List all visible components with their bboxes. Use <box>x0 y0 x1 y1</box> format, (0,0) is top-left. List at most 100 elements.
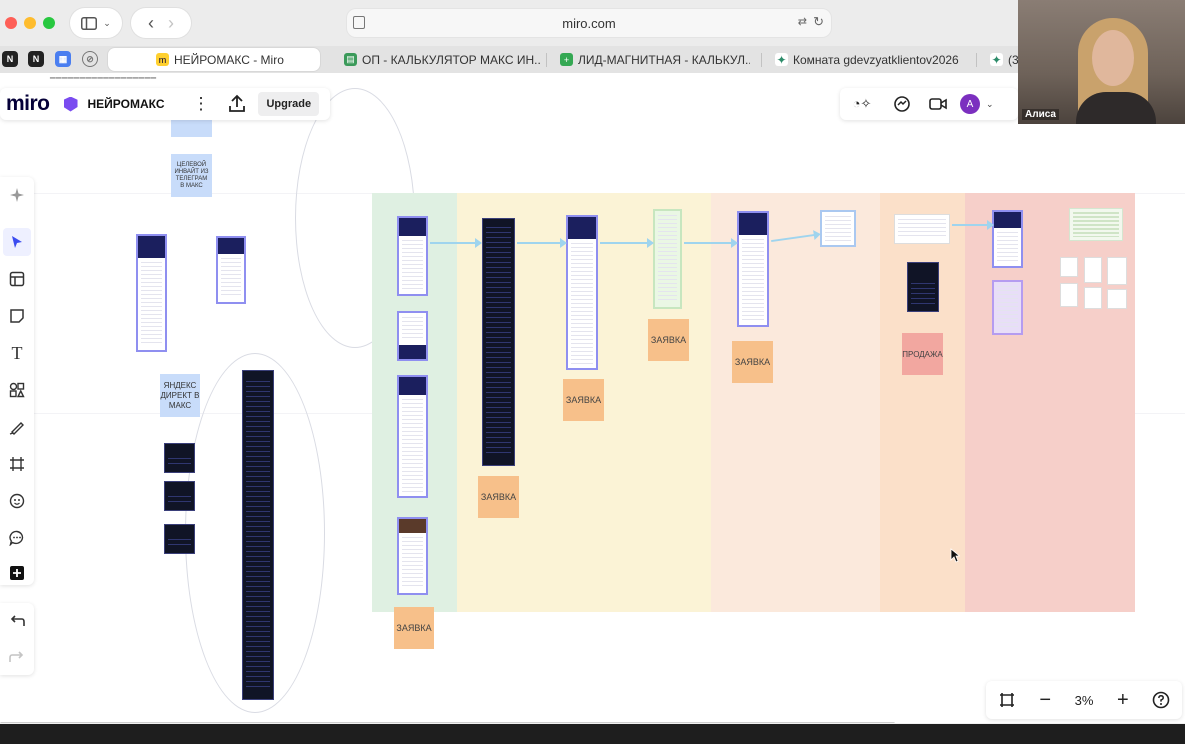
forward-arrow-icon[interactable]: › <box>168 13 174 34</box>
upgrade-button[interactable]: Upgrade <box>258 92 320 116</box>
address-bar[interactable]: miro.com ⇄ ↻ <box>347 9 831 37</box>
user-avatar[interactable]: А <box>960 94 980 114</box>
sticky-telegram-invite[interactable]: ЦЕЛЕВОЙ ИНВАЙТ ИЗ ТЕЛЕГРАМ В МАКС <box>171 154 212 197</box>
tab-other[interactable]: ✦ (3 <box>990 48 1020 71</box>
pinned-tab-notion-icon[interactable]: N <box>2 51 18 67</box>
chat-mockup[interactable] <box>653 209 682 309</box>
comment-icon[interactable] <box>3 524 31 552</box>
flow-arrow[interactable] <box>684 238 738 248</box>
sticky-zayavka[interactable]: ЗАЯВКА <box>394 607 434 649</box>
landing-mockup[interactable] <box>566 215 598 370</box>
back-arrow-icon[interactable]: ‹ <box>148 13 154 34</box>
sticky-yandex-direct[interactable]: ЯНДЕКС ДИРЕКТ В МАКС <box>160 374 200 417</box>
landing-mockup[interactable] <box>992 210 1023 268</box>
export-icon[interactable] <box>226 93 248 115</box>
tab-label: НЕЙРОМАКС - Miro <box>174 52 284 67</box>
redo-icon[interactable] <box>3 643 31 671</box>
zoom-in-button[interactable]: + <box>1117 690 1129 710</box>
translate-icon[interactable]: ⇄ <box>798 15 807 28</box>
shapes-icon[interactable] <box>3 376 31 404</box>
tools-toolbar: T <box>0 177 34 585</box>
thumbnail[interactable] <box>1107 257 1127 285</box>
help-icon[interactable] <box>1152 691 1170 709</box>
close-window-button[interactable] <box>5 17 17 29</box>
ad-creative[interactable] <box>907 262 939 312</box>
select-tool-icon[interactable] <box>3 228 31 256</box>
sticky-note-icon[interactable] <box>3 302 31 330</box>
board-name[interactable]: НЕЙРОМАКС <box>88 97 165 111</box>
screen-bottom-edge <box>0 724 1185 744</box>
flow-arrow[interactable] <box>517 238 567 248</box>
minimize-window-button[interactable] <box>24 17 36 29</box>
ad-creative[interactable] <box>164 524 195 554</box>
sticky-prodazha[interactable]: ПРОДАЖА <box>902 333 943 375</box>
long-dark-landing[interactable] <box>242 370 274 700</box>
long-dark-landing[interactable] <box>482 218 515 466</box>
spreadsheet-screenshot[interactable] <box>1069 208 1123 241</box>
flow-arrow[interactable] <box>430 238 482 248</box>
landing-mockup[interactable] <box>992 280 1023 335</box>
sticky-zayavka[interactable]: ЗАЯВКА <box>563 379 604 421</box>
chevron-down-icon: ⌄ <box>103 17 111 28</box>
tab-op-calculator[interactable]: ▤ ОП - КАЛЬКУЛЯТОР МАКС ИН... <box>344 48 540 71</box>
zoom-window-button[interactable] <box>43 17 55 29</box>
sidebar-toggle-button[interactable]: ⌄ <box>70 8 122 38</box>
sticky-zayavka[interactable]: ЗАЯВКА <box>732 341 773 383</box>
mouse-cursor-icon <box>950 548 960 563</box>
text-tool-icon[interactable]: T <box>3 339 31 367</box>
landing-mockup[interactable] <box>136 234 167 352</box>
ai-sparkle-icon[interactable] <box>3 181 31 209</box>
thumbnail[interactable] <box>1060 283 1078 307</box>
pinned-tab-notion-icon-2[interactable]: N <box>28 51 44 67</box>
tab-komnata[interactable]: ✦ Комната gdevzyatklientov2026 <box>775 48 965 71</box>
add-more-icon[interactable] <box>3 559 31 587</box>
miro-favicon-icon: m <box>156 53 169 66</box>
emoji-sticker-icon[interactable] <box>3 487 31 515</box>
flow-arrow[interactable] <box>952 220 994 230</box>
fit-to-screen-icon[interactable] <box>998 691 1016 709</box>
tab-separator <box>546 53 547 67</box>
thumbnail[interactable] <box>1060 257 1078 277</box>
landing-mockup[interactable] <box>397 517 428 595</box>
message-screenshot[interactable] <box>894 214 950 244</box>
undo-icon[interactable] <box>3 607 31 635</box>
zoom-level[interactable]: 3% <box>1075 693 1094 708</box>
form-mockup[interactable] <box>820 210 856 247</box>
sticky-zayavka[interactable]: ЗАЯВКА <box>478 476 519 518</box>
ad-creative[interactable] <box>164 443 195 473</box>
landing-mockup[interactable] <box>737 211 769 327</box>
frame-icon[interactable] <box>3 450 31 478</box>
miro-canvas[interactable]: ━━━━━━━━━━━━━━━━━━ ЦЕЛЕВОЙ ИНВАЙТ ИЗ ТЕЛ… <box>0 73 1185 723</box>
pinned-tab-calendar-icon[interactable]: ▦ <box>55 51 71 67</box>
chat-icon[interactable] <box>884 88 920 120</box>
sidebar-icon <box>81 16 98 30</box>
horizontal-scrollbar[interactable] <box>0 722 895 723</box>
zoom-out-button[interactable]: − <box>1039 690 1051 710</box>
landing-mockup[interactable] <box>397 375 428 498</box>
history-toolbar <box>0 603 34 675</box>
landing-mockup[interactable] <box>397 311 428 361</box>
tab-lead-magnet[interactable]: + ЛИД-МАГНИТНАЯ - КАЛЬКУЛ... <box>560 48 750 71</box>
funnel-column <box>796 193 880 612</box>
chevron-down-icon[interactable]: ⌄ <box>986 99 994 110</box>
browser-titlebar: ⌄ ‹ › miro.com ⇄ ↻ <box>0 0 1185 46</box>
flow-arrow[interactable] <box>600 238 654 248</box>
thumbnail[interactable] <box>1084 257 1102 283</box>
tab-separator <box>976 53 977 67</box>
pen-icon[interactable] <box>3 413 31 441</box>
templates-icon[interactable] <box>3 265 31 293</box>
miro-logo[interactable]: miro <box>6 92 50 116</box>
tab-neiromaks-miro[interactable]: m НЕЙРОМАКС - Miro <box>108 48 320 71</box>
landing-mockup[interactable] <box>216 236 246 304</box>
reload-icon[interactable]: ↻ <box>813 14 824 30</box>
reactions-icon[interactable]: ◔✧ <box>840 88 884 120</box>
thumbnail[interactable] <box>1084 287 1102 309</box>
sticky-zayavka[interactable]: ЗАЯВКА <box>648 319 689 361</box>
video-call-icon[interactable] <box>920 88 956 120</box>
pinned-tab-compass-icon[interactable]: ⊘ <box>82 51 98 67</box>
landing-mockup[interactable] <box>397 216 428 296</box>
sparkle-favicon-icon: ✦ <box>775 52 788 67</box>
ad-creative[interactable] <box>164 481 195 511</box>
more-options-icon[interactable]: ⋮ <box>192 94 209 114</box>
thumbnail[interactable] <box>1107 289 1127 309</box>
